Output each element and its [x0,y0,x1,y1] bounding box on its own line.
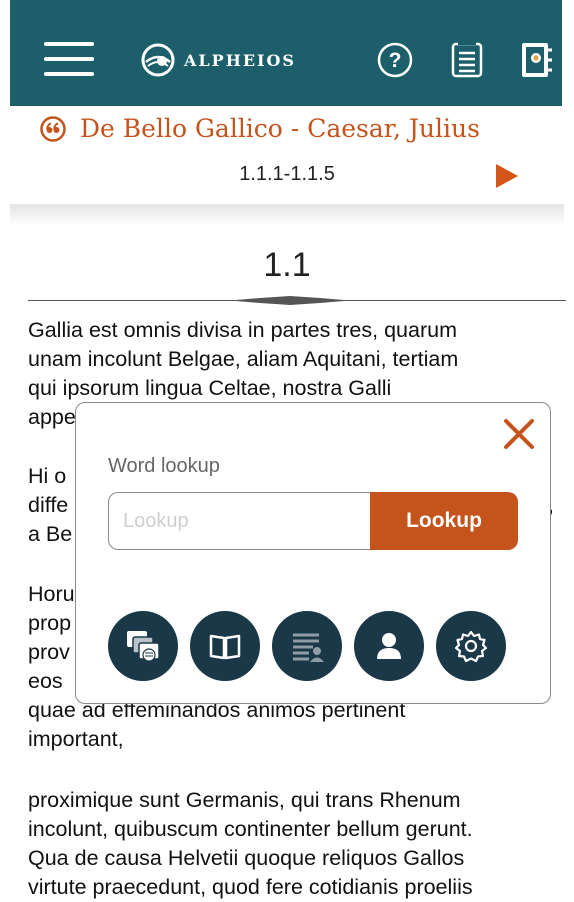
text-line: qui ipsorum lingua Celtae, nostra Galli [28,376,392,400]
text-line: proximique sunt Germanis, qui trans Rhen… [28,788,461,812]
toolbar-shadow [10,204,564,226]
app-header: ALPHEIOS ? [10,0,562,106]
list-icon[interactable] [448,40,486,80]
document-title-row: De Bello Gallico - Caesar, Julius [40,114,480,143]
lookup-button[interactable]: Lookup [370,492,518,550]
word-list-button[interactable] [272,611,342,681]
word-lookup-label: Word lookup [108,455,220,477]
inflections-button[interactable] [108,611,178,681]
text-line: unam incolunt Belgae, aliam Aquitani, te… [28,347,459,371]
notebook-icon[interactable] [516,40,554,80]
lookup-input[interactable] [108,492,370,550]
alpheios-logo [141,43,175,77]
word-lookup-popup: Word lookup Lookup [75,402,551,704]
user-button[interactable] [354,611,424,681]
help-icon[interactable]: ? [376,40,414,80]
text-line: incolunt, quibuscum continenter bellum g… [28,817,473,841]
passage-range: 1.1.1-1.1.5 [239,163,335,185]
text-line: important, [28,727,124,751]
lookup-tools [108,611,518,681]
document-title: De Bello Gallico - Caesar, Julius [80,114,480,143]
section-number: 1.1 [263,246,311,284]
word-list-icon [293,633,324,662]
dictionary-icon [209,634,241,660]
quote-icon [40,115,66,142]
text-line: Qua de causa Helvetii quoque reliquos Ga… [28,846,465,870]
menu-icon[interactable] [44,42,94,76]
dictionary-button[interactable] [190,611,260,681]
paragraph: proximique sunt Germanis, qui trans Rhen… [28,786,568,902]
brand-name: ALPHEIOS [184,50,296,70]
settings-button[interactable] [436,611,506,681]
brand-logo: ALPHEIOS [140,42,296,78]
settings-icon [454,630,488,663]
divider-ornament [230,296,350,305]
inflections-icon [127,631,160,662]
lookup-form: Lookup [108,492,518,554]
svg-text:?: ? [389,49,402,72]
text-line: Gallia est omnis divisa in partes tres, … [28,318,457,342]
close-icon[interactable] [502,417,536,451]
text-fragment: , [548,491,568,520]
user-icon [377,633,401,659]
next-passage-icon[interactable] [496,164,518,188]
